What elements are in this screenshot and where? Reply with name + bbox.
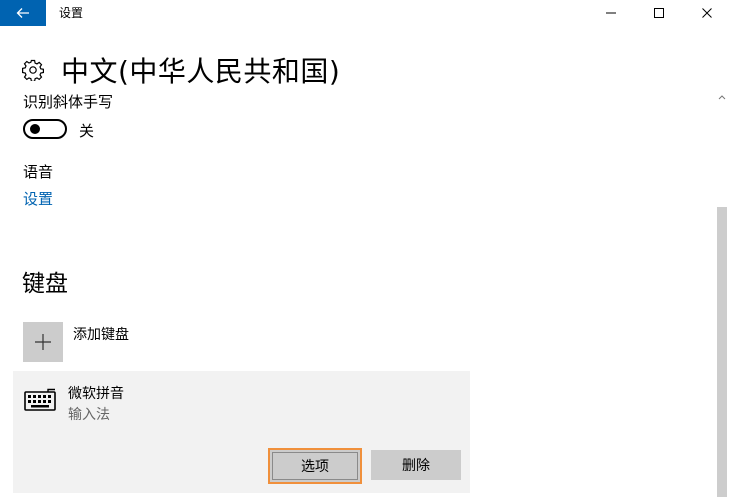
handwriting-toggle[interactable] [23,119,67,139]
scrollbar-thumb[interactable] [717,207,727,497]
close-icon [702,8,712,18]
toggle-knob [30,124,40,134]
keyboard-item-type: 输入法 [68,407,110,423]
back-button[interactable] [0,0,46,26]
scroll-up-arrow-icon[interactable] [718,94,726,100]
keyboard-icon [24,388,56,411]
delete-button[interactable]: 删除 [371,450,461,480]
page-header: 中文(中华人民共和国) [22,50,340,90]
options-button-label: 选项 [301,459,329,475]
gear-icon [22,59,44,81]
delete-button-label: 删除 [402,458,430,474]
minimize-button[interactable] [588,0,634,26]
handwriting-label: 识别斜体手写 [23,93,114,111]
speech-label: 语音 [23,163,54,181]
add-keyboard-label[interactable]: 添加键盘 [73,324,129,344]
options-button[interactable]: 选项 [268,448,362,484]
speech-settings-link[interactable]: 设置 [23,188,53,209]
close-button[interactable] [684,0,730,26]
keyboard-item-name: 微软拼音 [68,386,124,402]
toggle-state-label: 关 [79,122,95,140]
window-title: 设置 [59,6,84,20]
add-keyboard-button[interactable] [23,322,63,362]
arrow-left-icon [16,8,29,18]
plus-icon [35,334,51,350]
title-bar: 设置 [0,0,730,26]
minimize-icon [606,12,616,14]
maximize-icon [654,8,664,18]
maximize-button[interactable] [636,0,682,26]
page-title: 中文(中华人民共和国) [61,55,341,88]
keyboard-heading: 键盘 [22,271,68,297]
